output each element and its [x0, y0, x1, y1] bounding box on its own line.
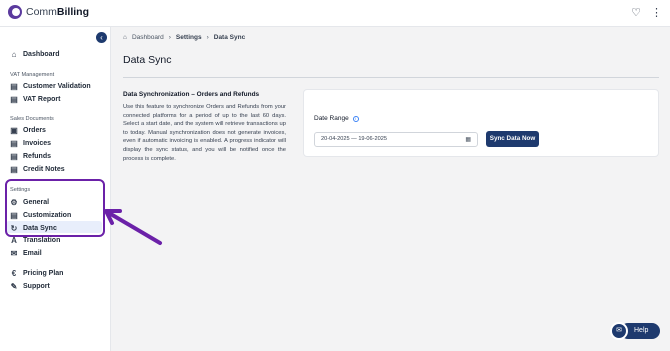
breadcrumb-dashboard[interactable]: Dashboard	[132, 34, 164, 41]
description-title: Data Synchronization – Orders and Refund…	[123, 91, 260, 98]
translate-icon: A	[11, 235, 17, 245]
orders-icon: ▣	[10, 125, 18, 135]
sidebar-item-customization[interactable]: ▤ Customization	[10, 210, 71, 221]
page-title: Data Sync	[123, 54, 172, 66]
date-range-label-row: Date Range i	[314, 115, 359, 122]
breadcrumb-settings[interactable]: Settings	[176, 34, 202, 41]
annotation-arrow	[104, 209, 162, 245]
sidebar-item-label: Invoices	[23, 140, 52, 147]
section-label-sales: Sales Documents	[10, 116, 54, 122]
chat-bubble-icon[interactable]: ✉	[610, 322, 628, 340]
sidebar-item-general[interactable]: ⚙ General	[10, 197, 49, 208]
date-range-value: 20-04-2025 — 19-06-2025	[321, 136, 387, 142]
customization-icon: ▤	[10, 210, 18, 220]
refund-icon: ▤	[10, 151, 18, 161]
chevron-right-icon: ›	[168, 34, 171, 41]
sidebar-item-vat-report[interactable]: ▤ VAT Report	[10, 94, 60, 105]
sync-icon: ↻	[10, 223, 18, 233]
sidebar-item-dashboard[interactable]: ⌂ Dashboard	[10, 49, 60, 60]
sidebar-item-label: Support	[23, 283, 50, 290]
brand-name-light: Comm	[26, 6, 57, 18]
brand-name-bold: Billing	[56, 6, 90, 18]
sidebar-item-label: Data Sync	[23, 225, 57, 232]
top-bar: CommBilling ♡ ⋮	[0, 0, 670, 27]
sidebar-item-label: Translation	[23, 237, 61, 244]
sync-card: Date Range i 20-04-2025 — 19-06-2025 ▦ S…	[303, 89, 659, 157]
sidebar: ‹ ⌂ Dashboard VAT Management ▤ Customer Va…	[0, 27, 111, 351]
breadcrumb: ⌂ Dashboard › Settings › Data Sync	[123, 34, 245, 41]
chevron-left-icon: ‹	[100, 33, 103, 42]
brand-name: CommBilling	[26, 6, 89, 18]
brand-logo[interactable]: CommBilling	[8, 5, 89, 19]
description-body: Use this feature to synchronize Orders a…	[123, 104, 286, 162]
invoice-icon: ▤	[10, 138, 18, 148]
gear-icon: ⚙	[10, 197, 18, 207]
calendar-icon[interactable]: ▦	[465, 136, 471, 144]
section-label-settings: Settings	[10, 187, 31, 193]
date-range-label: Date Range	[314, 115, 349, 122]
sidebar-item-refunds[interactable]: ▤ Refunds	[10, 151, 51, 162]
home-icon: ⌂	[11, 49, 17, 59]
chat-icon: ✎	[10, 281, 18, 291]
sidebar-item-support[interactable]: ✎ Support	[10, 281, 50, 292]
document-check-icon: ▤	[10, 81, 18, 91]
sidebar-item-data-sync[interactable]: ↻ Data Sync	[10, 223, 57, 234]
section-label-vat: VAT Management	[10, 72, 55, 78]
chevron-right-icon: ›	[206, 34, 209, 41]
sidebar-item-orders[interactable]: ▣ Orders	[10, 125, 46, 136]
sidebar-item-label: General	[23, 199, 50, 206]
sidebar-item-label: Customization	[23, 212, 72, 219]
collapse-sidebar-button[interactable]: ‹	[96, 32, 107, 43]
sync-data-now-button[interactable]: Sync Data Now	[486, 131, 539, 147]
sidebar-item-label: Dashboard	[23, 51, 60, 58]
report-icon: ▤	[10, 94, 18, 104]
info-icon[interactable]: i	[352, 115, 359, 122]
sidebar-item-label: Credit Notes	[23, 166, 65, 173]
sidebar-item-credit-notes[interactable]: ▤ Credit Notes	[10, 164, 65, 175]
sidebar-item-customer-validation[interactable]: ▤ Customer Validation	[10, 81, 91, 92]
sidebar-item-label: Email	[23, 250, 42, 257]
breadcrumb-current: Data Sync	[213, 34, 246, 41]
euro-icon: €	[11, 268, 17, 278]
sidebar-item-translation[interactable]: A Translation	[10, 235, 60, 246]
sidebar-item-label: Customer Validation	[23, 83, 91, 90]
credit-note-icon: ▤	[10, 164, 18, 174]
sidebar-item-label: VAT Report	[23, 96, 61, 103]
home-icon: ⌂	[123, 34, 127, 41]
mail-icon: ✉	[10, 248, 18, 258]
sidebar-item-pricing-plan[interactable]: € Pricing Plan	[10, 268, 64, 279]
heart-icon[interactable]: ♡	[631, 6, 641, 20]
divider	[123, 77, 659, 78]
sidebar-item-label: Refunds	[23, 153, 51, 160]
sidebar-item-email[interactable]: ✉ Email	[10, 248, 42, 259]
kebab-menu-icon[interactable]: ⋮	[651, 6, 662, 20]
logo-icon	[8, 5, 22, 19]
sidebar-item-invoices[interactable]: ▤ Invoices	[10, 138, 51, 149]
sidebar-item-label: Pricing Plan	[23, 270, 64, 277]
help-widget[interactable]: Help ✉	[610, 322, 660, 340]
sidebar-item-label: Orders	[23, 127, 46, 134]
date-range-input[interactable]: 20-04-2025 — 19-06-2025 ▦	[314, 132, 478, 147]
